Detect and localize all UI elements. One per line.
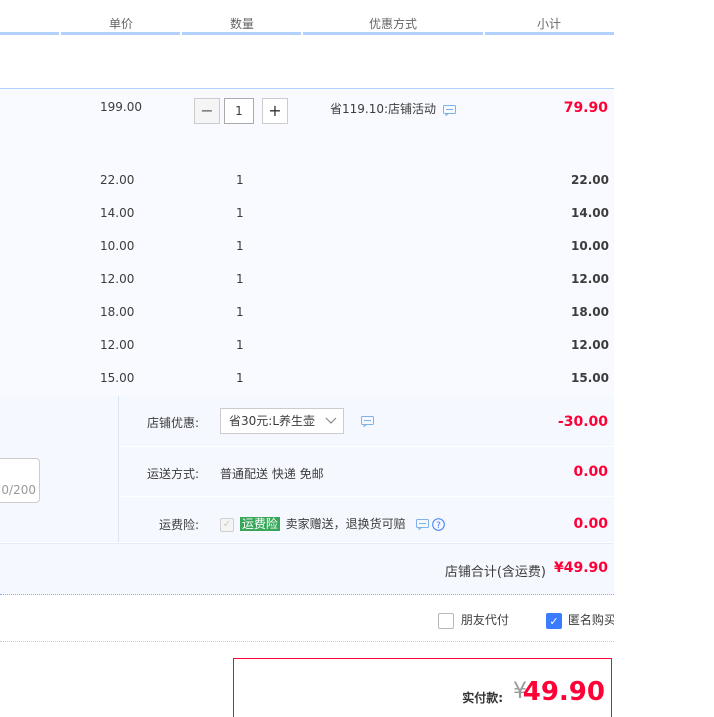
note-char-counter: 0/200 (1, 483, 36, 497)
header-subtotal: 小计 (536, 17, 562, 31)
table-header: 单价 数量 优惠方式 小计 (0, 0, 614, 36)
item-unit-price: 18.00 (100, 305, 135, 319)
shipping-row: 运送方式: 普通配送 快递 免邮 0.00 (119, 446, 614, 497)
chat-icon[interactable] (361, 416, 374, 427)
header-underline-5 (485, 32, 614, 35)
anonymous-checkbox[interactable]: ✓ (546, 612, 562, 629)
help-icon[interactable]: ? (432, 518, 446, 531)
item-quantity: 1 (236, 173, 244, 187)
shop-total-row: 店铺合计(含运费) ¥49.90 (0, 543, 614, 595)
insurance-amount: 0.00 (573, 516, 608, 532)
anonymous-option[interactable]: ✓ 匿名购买 (546, 611, 614, 629)
insurance-info: ✓ 运费险 卖家赠送，退换货可赔 ? (220, 515, 446, 532)
main-item-discount: 省119.10:店铺活动 (330, 100, 456, 117)
insurance-row: 运费险: ✓ 运费险 卖家赠送，退换货可赔 ? 0.00 (119, 496, 614, 543)
item-subtotal: 10.00 (571, 239, 609, 253)
actual-payment-label: 实付款: (462, 691, 503, 705)
item-unit-price: 12.00 (100, 272, 135, 286)
friend-pay-option[interactable]: 朋友代付 (438, 611, 509, 629)
item-quantity: 1 (236, 272, 244, 286)
chat-icon[interactable] (442, 105, 456, 116)
item-quantity: 1 (236, 338, 244, 352)
shop-discount-selected: 省30元:L养生壶 (229, 414, 315, 428)
order-items: 199.00 省119.10:店铺活动 79.90 22.00 1 22.00 … (0, 88, 614, 396)
chat-icon[interactable] (415, 519, 429, 531)
increase-quantity-button[interactable]: + (262, 98, 288, 124)
payment-options: 朋友代付 ✓ 匿名购买 (0, 595, 614, 642)
item-subtotal: 15.00 (571, 371, 609, 385)
item-subtotal: 12.00 (571, 272, 609, 286)
shipping-amount: 0.00 (573, 464, 608, 480)
decrease-quantity-button[interactable]: − (194, 98, 220, 124)
item-quantity: 1 (236, 371, 244, 385)
shop-total-amount: ¥49.90 (553, 560, 608, 576)
header-discount: 优惠方式 (368, 17, 418, 31)
shipping-label: 运送方式: (146, 467, 199, 481)
item-unit-price: 12.00 (100, 338, 135, 352)
item-unit-price: 14.00 (100, 206, 135, 220)
item-unit-price: 22.00 (100, 173, 135, 187)
insurance-badge: 运费险 (239, 517, 280, 531)
item-subtotal: 14.00 (571, 206, 609, 220)
shop-discount-select[interactable]: 省30元:L养生壶 (220, 408, 344, 434)
item-subtotal: 22.00 (571, 173, 609, 187)
item-quantity: 1 (236, 206, 244, 220)
order-options: 店铺优惠: 省30元:L养生壶 -30.00 运送方式: 普通配送 快递 免邮 … (0, 396, 614, 542)
insurance-label: 运费险: (158, 518, 199, 532)
header-unit-price: 单价 (108, 17, 134, 31)
shop-discount-label: 店铺优惠: (146, 416, 199, 430)
item-unit-price: 10.00 (100, 239, 135, 253)
header-underline-4 (303, 32, 483, 35)
main-item-subtotal: 79.90 (563, 100, 608, 116)
item-quantity: 1 (236, 239, 244, 253)
buyer-note-textarea[interactable]: 0/200 (0, 458, 40, 503)
insurance-checkbox[interactable]: ✓ (220, 517, 234, 532)
shop-total-label: 店铺合计(含运费) (444, 565, 546, 580)
actual-payment-amount: 49.90 (522, 677, 605, 707)
item-subtotal: 12.00 (571, 338, 609, 352)
svg-text:?: ? (436, 521, 441, 531)
item-quantity: 1 (236, 305, 244, 319)
shop-discount-amount: -30.00 (557, 414, 608, 430)
item-unit-price: 15.00 (100, 371, 135, 385)
actual-payment-box: 实付款: ¥ 49.90 (233, 658, 612, 717)
header-underline-1 (0, 32, 59, 35)
quantity-input[interactable]: 1 (224, 98, 254, 124)
main-item-unit-price: 199.00 (100, 100, 142, 114)
shop-discount-row: 店铺优惠: 省30元:L养生壶 -30.00 (119, 396, 614, 446)
header-underline-2 (61, 32, 180, 35)
header-quantity: 数量 (229, 17, 255, 31)
friend-pay-label: 朋友代付 (460, 613, 509, 627)
insurance-text: 卖家赠送，退换货可赔 (285, 517, 406, 531)
header-underline-3 (182, 32, 301, 35)
item-subtotal: 18.00 (571, 305, 609, 319)
chevron-down-icon (325, 417, 337, 424)
shipping-method: 普通配送 快递 免邮 (220, 467, 324, 481)
anonymous-label: 匿名购买 (567, 613, 614, 627)
main-item-discount-text: 省119.10:店铺活动 (330, 102, 437, 116)
options-panel: 店铺优惠: 省30元:L养生壶 -30.00 运送方式: 普通配送 快递 免邮 … (118, 396, 614, 542)
friend-pay-checkbox[interactable] (438, 612, 454, 629)
